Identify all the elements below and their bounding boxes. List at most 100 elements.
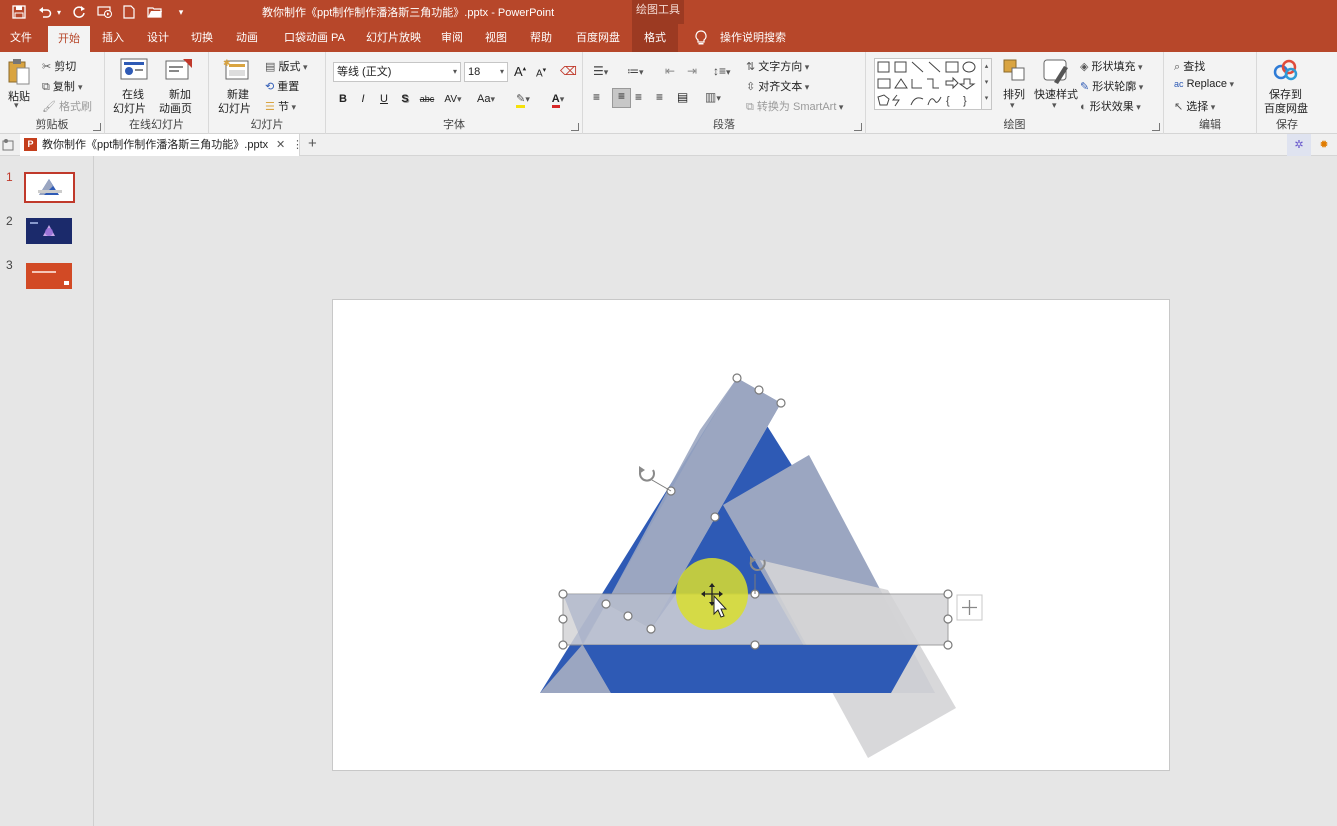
settings-gear-icon[interactable]: ✹	[1313, 134, 1335, 156]
add-tab-icon[interactable]: +	[308, 134, 317, 154]
online-slides-icon[interactable]	[120, 58, 148, 85]
quick-styles-dropdown-icon[interactable]: ▾	[1052, 100, 1057, 111]
arrange-dropdown-icon[interactable]: ▾	[1010, 100, 1015, 111]
shape-outline-button[interactable]: ✎ 形状轮廓 ▾	[1080, 78, 1143, 94]
tab-overview-icon[interactable]	[2, 138, 16, 155]
numbering-icon[interactable]: ≔▾	[627, 64, 644, 78]
character-spacing-button[interactable]: AV▾	[440, 90, 466, 108]
font-color-button[interactable]: A▾	[544, 90, 572, 108]
tab-transitions[interactable]: 切换	[189, 24, 215, 52]
tab-format[interactable]: 格式	[632, 24, 678, 52]
save-icon[interactable]	[8, 3, 30, 21]
increase-indent-icon[interactable]: ⇥	[687, 64, 697, 78]
tab-pocket-animation[interactable]: 口袋动画 PA	[282, 24, 347, 52]
customize-qat-icon[interactable]: ▾	[170, 3, 192, 21]
paragraph-launcher-icon[interactable]	[854, 123, 862, 131]
bullets-icon[interactable]: ☰▾	[593, 64, 608, 78]
resize-handle[interactable]	[558, 589, 568, 599]
bold-button[interactable]: B	[334, 90, 352, 108]
justify-icon[interactable]: ≡	[656, 90, 663, 104]
paste-dropdown-icon[interactable]: ▾	[14, 100, 19, 111]
text-shadow-button[interactable]: S	[396, 90, 414, 108]
tab-baidu-netdisk[interactable]: 百度网盘	[574, 24, 622, 52]
drawing-launcher-icon[interactable]	[1152, 123, 1160, 131]
find-button[interactable]: ⌕ 查找	[1174, 58, 1205, 74]
undo-icon[interactable]	[34, 3, 56, 21]
new-slide-line2[interactable]: 幻灯片	[218, 100, 251, 116]
slide-thumbnail-3[interactable]	[26, 263, 72, 289]
paste-icon[interactable]	[7, 58, 31, 89]
paste-button[interactable]: 粘贴	[8, 88, 30, 104]
distributed-icon[interactable]: ▤	[677, 90, 688, 104]
tab-help[interactable]: 帮助	[528, 24, 554, 52]
baidu-cloud-icon[interactable]	[1273, 58, 1299, 85]
tab-slideshow[interactable]: 幻灯片放映	[364, 24, 423, 52]
resize-handle[interactable]	[750, 640, 760, 650]
slide-thumbnail-1[interactable]	[24, 172, 75, 203]
clipboard-launcher-icon[interactable]	[93, 123, 101, 131]
save-to-baidu-line2[interactable]: 百度网盘	[1264, 100, 1308, 116]
resize-handle[interactable]	[943, 589, 953, 599]
redo-icon[interactable]	[68, 3, 90, 21]
tab-animations[interactable]: 动画	[234, 24, 260, 52]
align-left-icon[interactable]: ≡	[593, 90, 600, 104]
copy-button[interactable]: ⧉ 复制 ▾	[42, 78, 83, 94]
open-folder-icon[interactable]	[144, 3, 166, 21]
resize-handle[interactable]	[601, 599, 611, 609]
assistant-icon[interactable]: ✲	[1287, 134, 1311, 156]
new-slide-icon[interactable]: ✱	[223, 58, 251, 85]
tab-design[interactable]: 设计	[145, 24, 171, 52]
layout-button[interactable]: ▤ 版式 ▾	[265, 58, 308, 74]
align-right-icon[interactable]: ≡	[635, 90, 642, 104]
font-size-dropdown[interactable]: 18 ▾	[464, 62, 508, 82]
tab-view[interactable]: 视图	[483, 24, 509, 52]
grow-font-button[interactable]: A▴	[514, 64, 526, 79]
font-name-dropdown[interactable]: 等线 (正文) ▾	[333, 62, 461, 82]
online-slides-line2[interactable]: 幻灯片	[113, 100, 146, 116]
clear-formatting-icon[interactable]: ⌫	[560, 64, 577, 78]
format-painter-button[interactable]: 🖌 格式刷	[42, 98, 92, 114]
shapes-gallery[interactable]: {} ▴ ▾ ▾	[874, 58, 992, 110]
shape-effects-button[interactable]: ◐ 形状效果 ▾	[1080, 98, 1141, 114]
text-direction-button[interactable]: ⇅ 文字方向 ▾	[746, 58, 809, 74]
new-file-icon[interactable]	[118, 3, 140, 21]
shape-fill-button[interactable]: ◈ 形状填充 ▾	[1080, 58, 1143, 74]
tell-me-search[interactable]: 操作说明搜索	[718, 24, 788, 52]
resize-handle[interactable]	[558, 614, 568, 624]
line-spacing-icon[interactable]: ↕≡▾	[713, 64, 731, 78]
replace-button[interactable]: ac Replace ▾	[1174, 78, 1234, 90]
reset-button[interactable]: ⟲ 重置	[265, 78, 299, 94]
resize-handle[interactable]	[943, 640, 953, 650]
tab-insert[interactable]: 插入	[100, 24, 126, 52]
underline-button[interactable]: U	[375, 90, 393, 108]
italic-button[interactable]: I	[354, 90, 372, 108]
resize-handle[interactable]	[750, 589, 760, 599]
align-text-button[interactable]: ⇳ 对齐文本 ▾	[746, 78, 809, 94]
select-button[interactable]: ↖ 选择 ▾	[1174, 98, 1215, 114]
resize-handle[interactable]	[666, 486, 676, 496]
resize-handle[interactable]	[776, 398, 786, 408]
font-launcher-icon[interactable]	[571, 123, 579, 131]
undo-dropdown-icon[interactable]: ▾	[54, 3, 64, 21]
resize-handle[interactable]	[943, 614, 953, 624]
tab-home[interactable]: 开始	[48, 26, 90, 52]
document-tab[interactable]: P 教你制作《ppt制作制作潘洛斯三角功能》.pptx ✕ ⋮	[20, 134, 303, 156]
align-center-icon[interactable]: ≡	[612, 88, 631, 108]
resize-handle[interactable]	[732, 373, 742, 383]
arrange-icon[interactable]	[1002, 58, 1026, 85]
blue-bottom-strip-shape[interactable]	[583, 645, 918, 693]
resize-handle[interactable]	[646, 624, 656, 634]
resize-handle[interactable]	[710, 512, 720, 522]
tab-review[interactable]: 审阅	[439, 24, 465, 52]
new-animation-page-icon[interactable]	[165, 58, 193, 85]
present-from-start-icon[interactable]	[94, 3, 116, 21]
cut-button[interactable]: ✂ 剪切	[42, 58, 76, 74]
slide-thumbnail-2[interactable]	[26, 218, 72, 244]
shapes-gallery-scroll[interactable]: ▴ ▾ ▾	[981, 59, 991, 109]
new-anim-line2[interactable]: 动画页	[159, 100, 192, 116]
layout-options-icon[interactable]	[956, 594, 983, 621]
quick-styles-icon[interactable]	[1042, 58, 1070, 87]
close-icon[interactable]: ✕	[276, 134, 285, 156]
strikethrough-button[interactable]: abc	[416, 90, 438, 108]
selected-horizontal-band-shape[interactable]	[562, 593, 949, 646]
